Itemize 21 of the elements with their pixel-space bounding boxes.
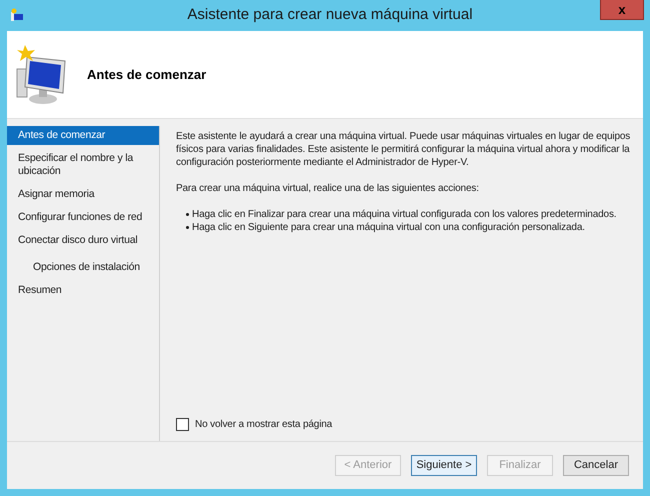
sidebar-item[interactable]: Asignar memoria (7, 185, 159, 204)
option-text: Haga clic en Siguiente para crear una máquina virtual con una configuración personalizada. (192, 221, 585, 234)
app-icon (10, 8, 24, 22)
wizard-button[interactable]: Siguiente > (411, 455, 477, 476)
checkbox[interactable] (176, 418, 189, 431)
wizard-button[interactable]: Cancelar (563, 455, 629, 476)
description-text: Este asistente le ayudará a crear una máquina virtual. Puede usar máquinas virtuales en lugar de equipos físicos para varias finalidades. Este asistente le permitirá configurar la máquina virtual ahora y modificar la configuración posteriormente mediante el Administrador de Hyper-V. (176, 130, 632, 169)
bullet-icon (186, 213, 189, 216)
sidebar-item[interactable]: Opciones de instalación (7, 258, 159, 277)
checkbox-label: No volver a mostrar esta página (195, 418, 332, 431)
page-heading: Antes de comenzar (87, 66, 206, 84)
sidebar-item[interactable]: Resumen (7, 281, 159, 300)
bullet-icon (186, 226, 189, 229)
description-text: Para crear una máquina virtual, realice una de las siguientes acciones: (176, 182, 480, 195)
sidebar-item[interactable]: Configurar funciones de red (7, 208, 159, 227)
close-button[interactable]: x (600, 0, 644, 20)
window-title: Asistente para crear nueva máquina virtual (187, 5, 473, 26)
sidebar-item[interactable]: Conectar disco duro virtual (7, 231, 159, 250)
option-text: Haga clic en Finalizar para crear una máquina virtual configurada con los valores predeterminados. (192, 208, 616, 221)
sidebar-item[interactable]: Antes de comenzar (7, 126, 159, 145)
sidebar-item[interactable]: Especificar el nombre y la ubicación (7, 149, 159, 181)
